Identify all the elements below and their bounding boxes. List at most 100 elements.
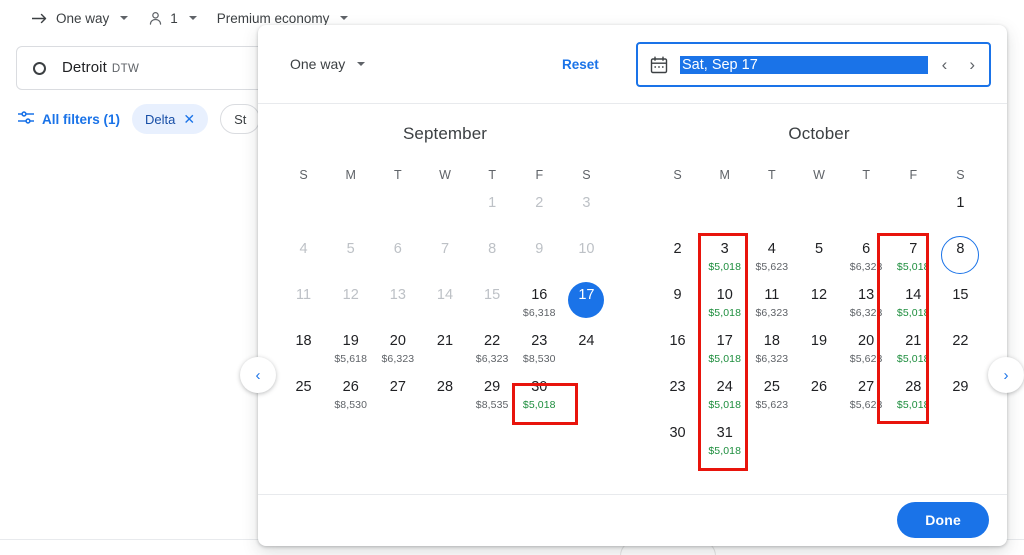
calendar-day-number: 16 xyxy=(669,333,686,349)
calendar-day-price: $8,530 xyxy=(522,353,556,365)
calendar-day[interactable]: 22 xyxy=(937,328,984,374)
calendar-day[interactable]: 24 $5,018 xyxy=(701,374,748,420)
chevron-down-icon xyxy=(120,16,129,20)
calendar-day[interactable]: 18 $6,323 xyxy=(748,328,795,374)
departure-date-input[interactable]: Sat, Sep 17 ‹ › xyxy=(636,42,991,87)
calendar-day[interactable]: 2 xyxy=(654,236,701,282)
calendar-day-number: 29 xyxy=(484,379,501,395)
calendar-day[interactable]: 21 $5,018 xyxy=(890,328,937,374)
origin-input[interactable]: Detroit DTW xyxy=(62,59,139,77)
person-icon xyxy=(148,11,163,26)
chevron-left-icon[interactable]: ‹ xyxy=(940,56,950,73)
filter-chip-delta[interactable]: Delta ✕ xyxy=(132,104,209,134)
calendar-day[interactable]: 27 $5,623 xyxy=(843,374,890,420)
calendar-day-number: 10 xyxy=(578,241,595,257)
calendar-day[interactable]: 7 $5,018 xyxy=(890,236,937,282)
calendar-day[interactable]: 4 $5,623 xyxy=(748,236,795,282)
weekday-header: T xyxy=(862,168,870,182)
calendar-day-number: 20 xyxy=(858,333,875,349)
calendar-day[interactable]: 26 xyxy=(795,374,842,420)
calendar-day[interactable]: 19 xyxy=(795,328,842,374)
dialog-trip-type-selector[interactable]: One way xyxy=(290,56,366,72)
calendar-day-number: 3 xyxy=(720,241,729,257)
calendar-day-price: $5,623 xyxy=(849,399,883,411)
calendar-day[interactable]: 28 $5,018 xyxy=(890,374,937,420)
calendar-day[interactable]: 19 $5,618 xyxy=(327,328,374,374)
calendar-day-number: 30 xyxy=(531,379,548,395)
weekday-header: S xyxy=(673,168,682,182)
passengers-selector[interactable]: 1 xyxy=(138,7,207,30)
calendar-day[interactable]: 23 xyxy=(654,374,701,420)
calendar-day: 11 xyxy=(280,282,327,328)
filter-chip-stops[interactable]: St xyxy=(220,104,261,134)
calendar-day[interactable]: 14 $5,018 xyxy=(890,282,937,328)
calendar-day[interactable]: 16 $6,318 xyxy=(516,282,563,328)
calendar-day[interactable]: 23 $8,530 xyxy=(516,328,563,374)
departure-date-value[interactable]: Sat, Sep 17 xyxy=(680,55,928,74)
weekday-header: S xyxy=(582,168,591,182)
calendar-day-number: 31 xyxy=(716,425,733,441)
calendar-day[interactable]: 17 $5,018 xyxy=(701,328,748,374)
calendar-day[interactable]: 25 $5,623 xyxy=(748,374,795,420)
calendar-day: 15 xyxy=(469,282,516,328)
calendar-day-empty xyxy=(843,420,890,466)
calendar-day[interactable]: 15 xyxy=(937,282,984,328)
calendar-day-number: 4 xyxy=(767,241,776,257)
month-september: September SMTWTFS 1 2 3 4 5 6 7 8 9 10 11 12 13 14 15 1… xyxy=(258,118,632,494)
calendar-day-number: 18 xyxy=(763,333,780,349)
calendar-day[interactable]: 24 xyxy=(563,328,610,374)
calendar-day[interactable]: 18 xyxy=(280,328,327,374)
calendar-day[interactable]: 28 xyxy=(421,374,468,420)
trip-type-selector[interactable]: One way xyxy=(22,7,138,30)
calendar-day[interactable]: 30 xyxy=(654,420,701,466)
calendar-day[interactable]: 29 xyxy=(937,374,984,420)
calendar-day[interactable]: 3 $5,018 xyxy=(701,236,748,282)
calendar-day[interactable]: 13 $6,323 xyxy=(843,282,890,328)
calendar-day[interactable]: 20 $6,323 xyxy=(374,328,421,374)
calendar-day-empty xyxy=(421,190,468,236)
calendar-day-number: 25 xyxy=(295,379,312,395)
calendar-day-number: 5 xyxy=(346,241,355,257)
calendar-day[interactable]: 9 xyxy=(654,282,701,328)
calendar-day[interactable]: 17 xyxy=(563,282,610,328)
calendar-day[interactable]: 16 xyxy=(654,328,701,374)
reset-button[interactable]: Reset xyxy=(562,57,599,72)
next-months-button[interactable]: › xyxy=(988,357,1024,393)
calendar-day[interactable]: 11 $6,323 xyxy=(748,282,795,328)
calendar-day-empty xyxy=(843,190,890,236)
calendar-day-number: 9 xyxy=(535,241,544,257)
calendar-day-number: 19 xyxy=(810,333,828,349)
done-button[interactable]: Done xyxy=(897,501,989,538)
calendar-day[interactable]: 5 xyxy=(795,236,842,282)
calendar-day-empty xyxy=(748,190,795,236)
calendar-day-price: $5,018 xyxy=(708,353,742,365)
chevron-right-icon[interactable]: › xyxy=(967,56,977,73)
tune-icon xyxy=(17,110,35,128)
calendar-day[interactable]: 20 $5,623 xyxy=(843,328,890,374)
calendar-day[interactable]: 21 xyxy=(421,328,468,374)
calendar-day[interactable]: 27 xyxy=(374,374,421,420)
calendar-body: September SMTWTFS 1 2 3 4 5 6 7 8 9 10 11 12 13 14 15 1… xyxy=(240,104,1024,494)
all-filters-button[interactable]: All filters (1) xyxy=(17,110,120,128)
calendar-day[interactable]: 31 $5,018 xyxy=(701,420,748,466)
calendar-day-number: 21 xyxy=(436,333,454,349)
calendar-day[interactable]: 25 xyxy=(280,374,327,420)
calendar-day[interactable]: 8 xyxy=(937,236,984,282)
calendar-day[interactable]: 1 xyxy=(937,190,984,236)
close-icon[interactable]: ✕ xyxy=(183,112,195,126)
calendar-day[interactable]: 22 $6,323 xyxy=(469,328,516,374)
calendar-day-number: 26 xyxy=(810,379,828,395)
calendar-day[interactable]: 26 $8,530 xyxy=(327,374,374,420)
calendar-day[interactable]: 6 $6,323 xyxy=(843,236,890,282)
calendar-day[interactable]: 30 $5,018 xyxy=(516,374,563,420)
weekday-header: F xyxy=(535,168,544,182)
calendar-day-empty xyxy=(795,420,842,466)
calendar-day-number: 6 xyxy=(862,241,871,257)
date-picker-dialog: One way Reset Sat, Sep 17 ‹ › September … xyxy=(240,25,1024,546)
calendar-day[interactable]: 29 $8,535 xyxy=(469,374,516,420)
previous-months-button[interactable]: ‹ xyxy=(240,357,276,393)
passengers-count: 1 xyxy=(170,10,178,26)
calendar-day[interactable]: 12 xyxy=(795,282,842,328)
calendar-day[interactable]: 10 $5,018 xyxy=(701,282,748,328)
calendar-day-empty xyxy=(795,190,842,236)
